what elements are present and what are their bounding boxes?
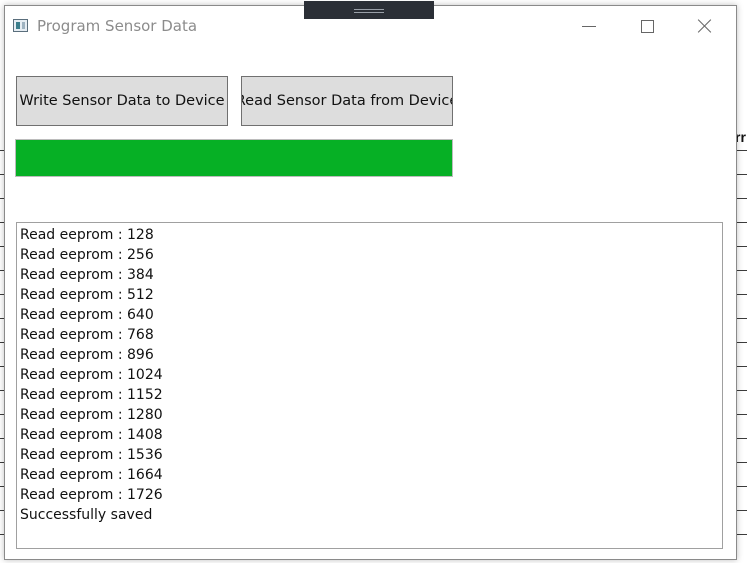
maximize-icon[interactable] [641, 20, 654, 33]
log-line: Read eeprom : 1152 [20, 387, 163, 403]
log-output[interactable]: Read eeprom : 128 Read eeprom : 256 Read e… [16, 222, 723, 549]
log-line: Read eeprom : 896 [20, 347, 154, 363]
log-line: Read eeprom : 384 [20, 267, 154, 283]
title-bar[interactable]: Program Sensor Data [5, 1, 736, 48]
write-sensor-data-button[interactable]: Write Sensor Data to Device [16, 76, 228, 126]
log-line: Read eeprom : 640 [20, 307, 154, 323]
log-line: Read eeprom : 256 [20, 247, 154, 263]
app-icon [13, 19, 28, 32]
progress-fill [16, 140, 452, 176]
close-icon[interactable] [697, 18, 713, 34]
program-sensor-data-window: Program Sensor Data Write Sensor Data to… [4, 1, 737, 560]
log-line: Read eeprom : 1536 [20, 447, 163, 463]
log-line: Read eeprom : 128 [20, 227, 154, 243]
log-line: Read eeprom : 1024 [20, 367, 163, 383]
log-line: Successfully saved [20, 507, 153, 523]
window-title: Program Sensor Data [37, 17, 198, 35]
progress-bar [15, 139, 453, 177]
log-line: Read eeprom : 1664 [20, 467, 163, 483]
minimize-icon[interactable] [582, 26, 596, 27]
log-line: Read eeprom : 1726 [20, 487, 163, 503]
read-sensor-data-button[interactable]: Read Sensor Data from Device [241, 76, 453, 126]
log-line: Read eeprom : 512 [20, 287, 154, 303]
log-line: Read eeprom : 768 [20, 327, 154, 343]
log-lines: Read eeprom : 128 Read eeprom : 256 Read e… [20, 225, 163, 525]
snap-handle[interactable] [304, 1, 434, 19]
log-line: Read eeprom : 1408 [20, 427, 163, 443]
log-line: Read eeprom : 1280 [20, 407, 163, 423]
